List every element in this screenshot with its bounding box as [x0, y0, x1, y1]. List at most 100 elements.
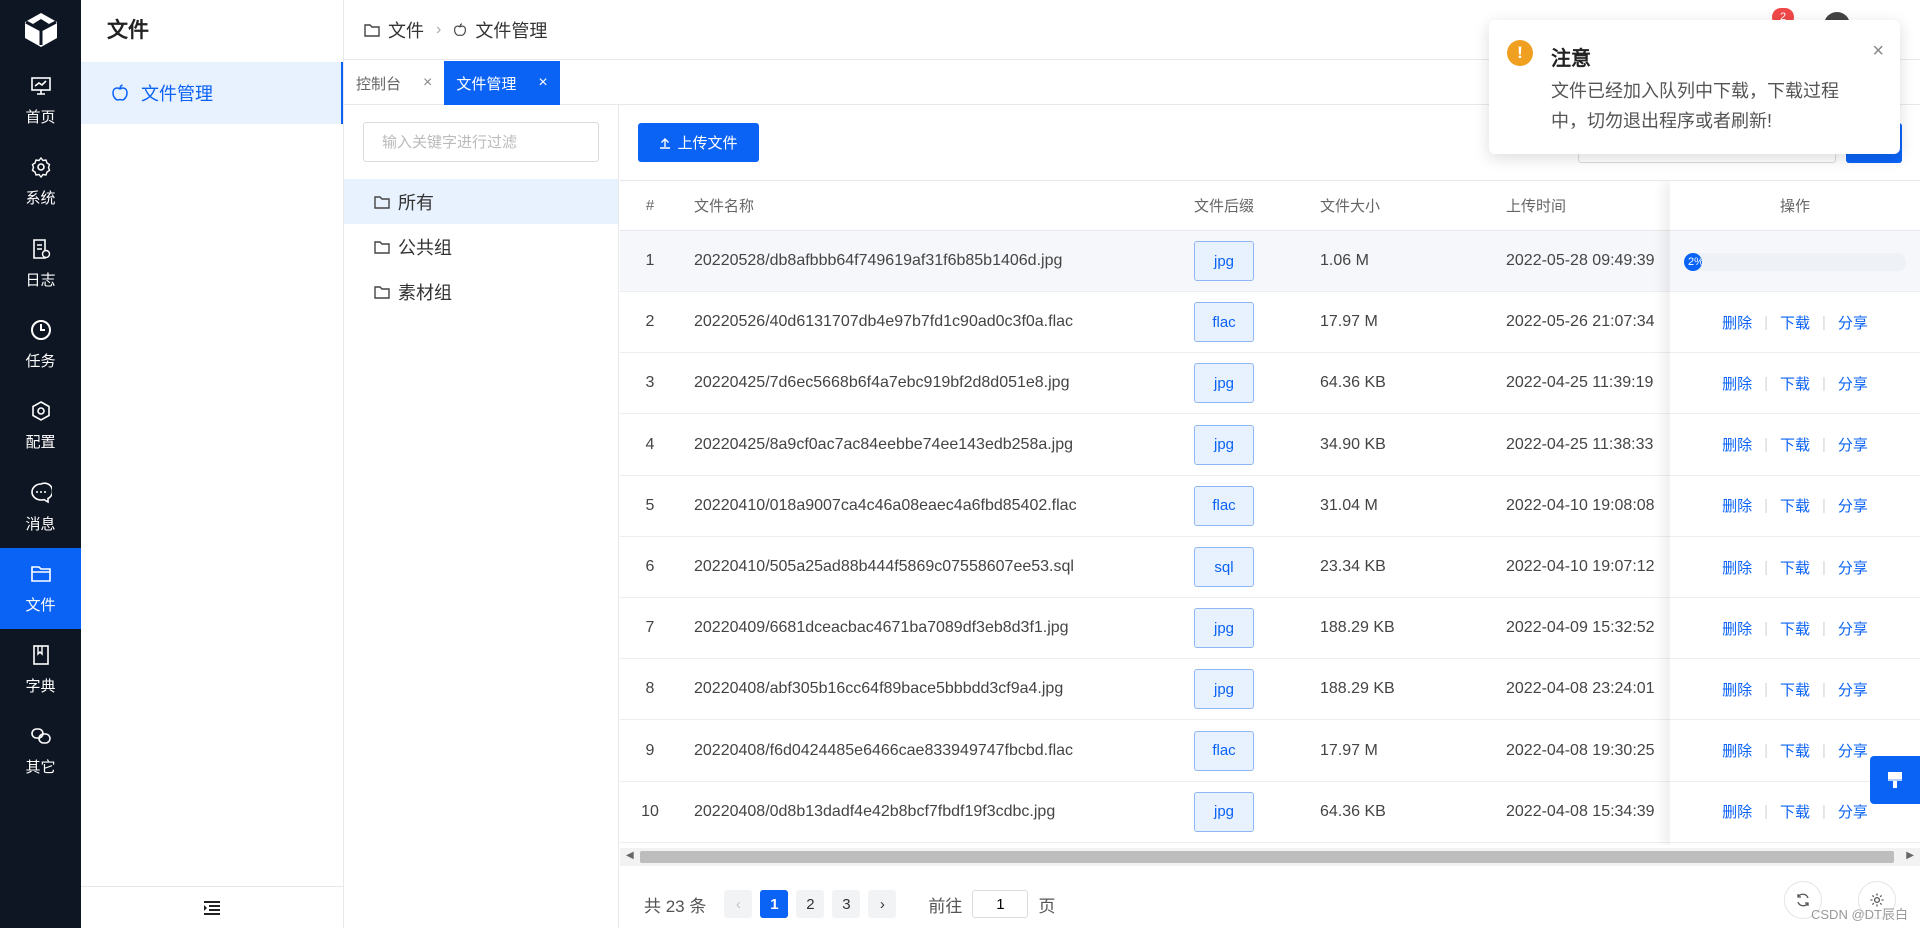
- page-button-1[interactable]: 1: [760, 890, 789, 918]
- rail-item-dictionary[interactable]: 字典: [0, 629, 81, 710]
- operations-column: 操作 2%删除|下载|分享删除|下载|分享删除|下载|分享删除|下载|分享删除|…: [1670, 181, 1920, 845]
- download-link[interactable]: 下载: [1780, 740, 1810, 761]
- breadcrumb-item: 文件管理: [475, 20, 548, 41]
- collapse-menu-button[interactable]: [81, 886, 343, 928]
- prev-page-button[interactable]: ‹: [724, 890, 753, 918]
- apple-icon: [111, 84, 129, 102]
- theme-settings-button[interactable]: [1870, 756, 1920, 804]
- rail-item-system[interactable]: 系统: [0, 141, 81, 222]
- action-divider: |: [1764, 374, 1768, 392]
- rail-item-label: 首页: [25, 109, 56, 126]
- rail-item-task[interactable]: 任务: [0, 304, 81, 385]
- rail-item-label: 文件: [25, 596, 56, 614]
- page-button-3[interactable]: 3: [832, 890, 861, 918]
- rail-item-config[interactable]: 配置: [0, 385, 81, 466]
- page-button-2[interactable]: 2: [796, 890, 825, 918]
- rail-item-other[interactable]: 其它: [0, 710, 81, 791]
- share-link[interactable]: 分享: [1838, 740, 1868, 761]
- action-divider: |: [1764, 558, 1768, 576]
- download-link[interactable]: 下载: [1780, 495, 1810, 516]
- upload-time: 2022-04-25 11:38:33: [1506, 435, 1654, 453]
- share-link[interactable]: 分享: [1838, 557, 1868, 578]
- delete-link[interactable]: 删除: [1722, 801, 1752, 822]
- breadcrumb: 文件 › 文件管理: [364, 17, 547, 43]
- share-link[interactable]: 分享: [1838, 618, 1868, 639]
- rail-item-log[interactable]: 日志: [0, 223, 81, 304]
- download-link[interactable]: 下载: [1780, 679, 1810, 700]
- upload-file-button[interactable]: 上传文件: [638, 123, 759, 162]
- rail-item-label: 其它: [25, 759, 56, 777]
- download-progress-bar: 2%: [1684, 253, 1906, 271]
- file-ext-cell: jpg: [1194, 231, 1254, 291]
- file-ext-tag: jpg: [1194, 363, 1254, 404]
- subnav-item-file-management[interactable]: 文件管理: [81, 62, 343, 124]
- row-number: 7: [645, 619, 655, 637]
- delete-link[interactable]: 删除: [1722, 557, 1752, 578]
- share-link[interactable]: 分享: [1838, 679, 1868, 700]
- tab-file-management[interactable]: 文件管理 ×: [444, 61, 560, 105]
- download-link[interactable]: 下载: [1780, 434, 1810, 455]
- row-number: 1: [645, 252, 655, 269]
- dashboard-icon: [29, 74, 53, 98]
- share-link[interactable]: 分享: [1838, 373, 1868, 394]
- rail-item-message[interactable]: 消息: [0, 467, 81, 548]
- tree-node[interactable]: 公共组: [344, 224, 618, 269]
- breadcrumb-item[interactable]: 文件: [388, 17, 424, 43]
- warning-icon: !: [1507, 40, 1533, 66]
- close-icon[interactable]: ×: [1872, 40, 1884, 63]
- share-link[interactable]: 分享: [1838, 434, 1868, 455]
- file-table: # 文件名称 文件后缀 文件大小 上传时间 1 20220528/db8afbbb…: [620, 180, 1920, 845]
- app-logo[interactable]: [0, 0, 81, 60]
- file-ext-tag: jpg: [1194, 608, 1254, 649]
- file-size: 188.29 KB: [1320, 619, 1395, 637]
- delete-link[interactable]: 删除: [1722, 740, 1752, 761]
- file-ext-tag: sql: [1194, 547, 1254, 587]
- close-icon[interactable]: ×: [423, 74, 432, 92]
- action-divider: |: [1764, 436, 1768, 454]
- scrollbar-thumb[interactable]: [640, 851, 1894, 863]
- tree-node-label: 素材组: [398, 282, 452, 303]
- delete-link[interactable]: 删除: [1722, 495, 1752, 516]
- rail-item-home[interactable]: 首页: [0, 60, 81, 141]
- tree-node-label: 公共组: [398, 237, 452, 258]
- delete-link[interactable]: 删除: [1722, 618, 1752, 639]
- row-number: 9: [645, 741, 655, 759]
- tree-node[interactable]: 所有: [344, 179, 618, 224]
- download-link[interactable]: 下载: [1780, 373, 1810, 394]
- delete-link[interactable]: 删除: [1722, 679, 1752, 700]
- scroll-left-icon[interactable]: ◀: [626, 850, 634, 861]
- delete-link[interactable]: 删除: [1722, 434, 1752, 455]
- share-link[interactable]: 分享: [1838, 495, 1868, 516]
- upload-label: 上传文件: [677, 135, 738, 152]
- download-link[interactable]: 下载: [1780, 618, 1810, 639]
- folder-icon: [374, 195, 390, 209]
- rail-item-file[interactable]: 文件: [0, 547, 81, 629]
- share-link[interactable]: 分享: [1838, 801, 1868, 822]
- refresh-icon: [1797, 893, 1809, 907]
- close-icon[interactable]: ×: [538, 74, 547, 92]
- action-divider: |: [1822, 497, 1826, 515]
- file-size: 64.36 KB: [1320, 374, 1386, 392]
- share-link[interactable]: 分享: [1838, 312, 1868, 333]
- horizontal-scrollbar[interactable]: ◀ ▶: [620, 848, 1920, 866]
- action-divider: |: [1764, 619, 1768, 637]
- tab-console[interactable]: 控制台 ×: [344, 61, 444, 105]
- download-link[interactable]: 下载: [1780, 557, 1810, 578]
- rail-item-label: 字典: [25, 678, 56, 696]
- tree-filter-input[interactable]: [363, 122, 599, 162]
- delete-link[interactable]: 删除: [1722, 373, 1752, 394]
- watermark: CSDN @DT辰白: [1811, 907, 1908, 922]
- download-link[interactable]: 下载: [1780, 312, 1810, 333]
- file-name: 20220409/6681dceacbac4671ba7089df3eb8d3f…: [694, 619, 1069, 637]
- file-name: 20220425/7d6ec5668b6f4a7ebc919bf2d8d051e…: [694, 374, 1070, 392]
- download-link[interactable]: 下载: [1780, 801, 1810, 822]
- goto-page-input[interactable]: [972, 890, 1029, 918]
- tree-node[interactable]: 素材组: [344, 269, 618, 314]
- delete-link[interactable]: 删除: [1722, 312, 1752, 333]
- toast-title: 注意: [1551, 48, 1591, 70]
- next-page-button[interactable]: ›: [868, 890, 897, 918]
- row-number: 2: [645, 313, 655, 331]
- file-size: 17.97 M: [1320, 313, 1378, 331]
- breadcrumb-separator: ›: [436, 20, 442, 38]
- scroll-right-icon[interactable]: ▶: [1906, 850, 1914, 861]
